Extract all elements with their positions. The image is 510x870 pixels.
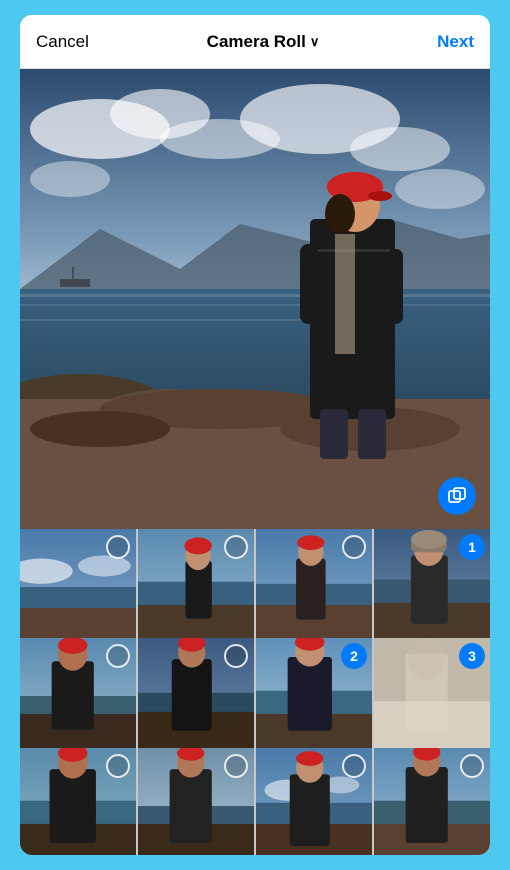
select-circle-10 xyxy=(224,754,248,778)
header-title: Camera Roll ∨ xyxy=(207,32,320,52)
phone-container: Cancel Camera Roll ∨ Next xyxy=(20,15,490,855)
thumb-3[interactable] xyxy=(256,529,372,645)
thumbnail-grid: 1 xyxy=(20,529,490,855)
next-button[interactable]: Next xyxy=(437,32,474,52)
select-badge-4: 1 xyxy=(459,534,485,560)
select-circle-1 xyxy=(106,535,130,559)
multi-select-button[interactable] xyxy=(438,477,476,515)
thumb-6[interactable] xyxy=(138,638,254,754)
thumb-10[interactable] xyxy=(138,748,254,855)
thumb-7[interactable]: 2 xyxy=(256,638,372,754)
select-circle-2 xyxy=(224,535,248,559)
thumb-5[interactable] xyxy=(20,638,136,754)
select-circle-9 xyxy=(106,754,130,778)
select-circle-11 xyxy=(342,754,366,778)
thumb-8[interactable]: 3 xyxy=(374,638,490,754)
thumb-12[interactable] xyxy=(374,748,490,855)
chevron-down-icon: ∨ xyxy=(310,34,320,50)
select-circle-12 xyxy=(460,754,484,778)
header: Cancel Camera Roll ∨ Next xyxy=(20,15,490,69)
thumb-9[interactable] xyxy=(20,748,136,855)
thumb-2[interactable] xyxy=(138,529,254,645)
camera-roll-label: Camera Roll xyxy=(207,32,306,52)
thumb-4[interactable]: 1 xyxy=(374,529,490,645)
thumb-1[interactable] xyxy=(20,529,136,645)
thumb-11[interactable] xyxy=(256,748,372,855)
main-preview xyxy=(20,69,490,529)
select-circle-3 xyxy=(342,535,366,559)
cancel-button[interactable]: Cancel xyxy=(36,32,89,52)
